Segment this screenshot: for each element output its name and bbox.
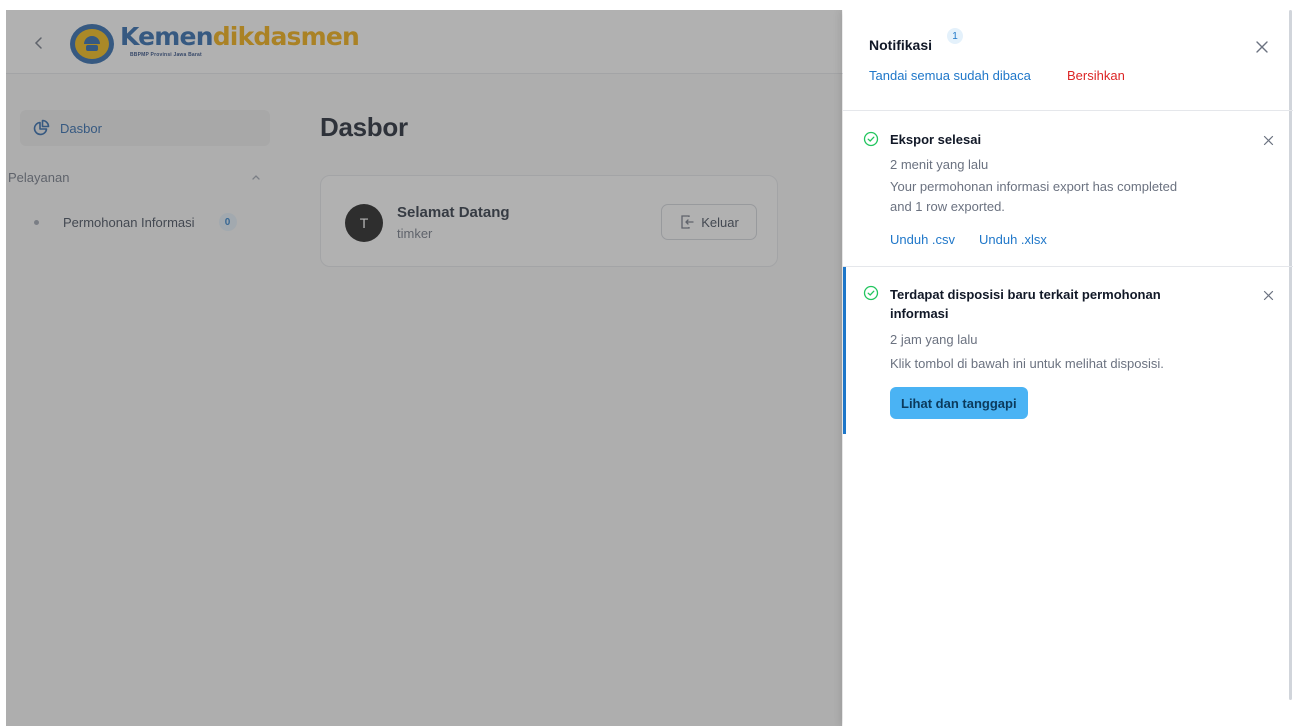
app-window: Kemendikdasmen BBPMP Provinsi Jawa Barat…: [6, 10, 1293, 726]
notification-close-button[interactable]: [1260, 287, 1276, 303]
close-icon: [1263, 135, 1273, 145]
notification-time: 2 menit yang lalu: [890, 157, 989, 172]
close-icon: [1256, 41, 1268, 53]
notification-message-line1: Your permohonan informasi export has com…: [890, 179, 1178, 194]
view-and-respond-button[interactable]: Lihat dan tanggapi: [890, 387, 1028, 419]
modal-overlay[interactable]: [6, 10, 842, 726]
notification-item: Terdapat disposisi baru terkait permohon…: [843, 267, 1293, 434]
download-csv-link[interactable]: Unduh .csv: [890, 232, 955, 247]
download-xlsx-link[interactable]: Unduh .xlsx: [979, 232, 1047, 247]
notification-message-line2: and 1 row exported.: [890, 199, 1005, 214]
view-and-respond-label: Lihat dan tanggapi: [901, 395, 1017, 411]
notification-drawer: Notifikasi 1 Tandai semua sudah dibaca B…: [843, 10, 1293, 726]
notification-message: Klik tombol di bawah ini untuk melihat d…: [890, 356, 1164, 371]
notification-item: Ekspor selesai 2 menit yang lalu Your pe…: [843, 111, 1293, 267]
close-icon: [1263, 290, 1273, 300]
notification-title: Ekspor selesai: [890, 132, 982, 147]
check-circle-icon: [863, 285, 879, 301]
notification-title-line1: Terdapat disposisi baru terkait permohon…: [890, 287, 1161, 302]
notification-count-badge: 1: [947, 28, 963, 44]
mark-all-read-link[interactable]: Tandai semua sudah dibaca: [869, 68, 1031, 83]
drawer-close-button[interactable]: [1251, 36, 1273, 58]
notification-time: 2 jam yang lalu: [890, 332, 978, 347]
notification-close-button[interactable]: [1260, 132, 1276, 148]
drawer-title: Notifikasi: [869, 37, 933, 53]
clear-notifications-link[interactable]: Bersihkan: [1067, 68, 1125, 83]
check-circle-icon: [863, 131, 879, 147]
notification-title-line2: informasi: [890, 306, 949, 321]
